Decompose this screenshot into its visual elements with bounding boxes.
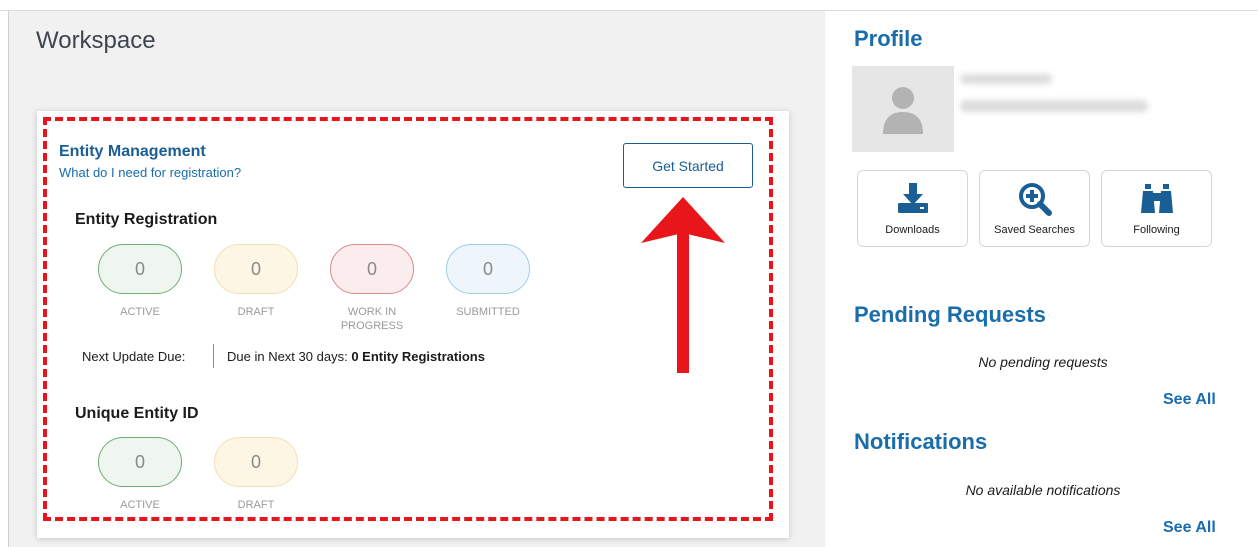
pending-requests-title: Pending Requests bbox=[854, 302, 1046, 327]
entity-registration-wip-count[interactable]: 0 bbox=[330, 244, 414, 294]
saved-searches-button[interactable]: Saved Searches bbox=[979, 170, 1090, 247]
avatar bbox=[852, 66, 954, 152]
unique-entity-id-title: Unique Entity ID bbox=[75, 405, 199, 422]
entity-management-card: Entity Management What do I need for reg… bbox=[37, 111, 789, 538]
zoom-in-icon bbox=[1018, 183, 1052, 216]
draft-label: DRAFT bbox=[237, 306, 275, 318]
entity-registration-submitted-count[interactable]: 0 bbox=[446, 244, 530, 294]
due-next-30-days: Due in Next 30 days: 0 Entity Registrati… bbox=[227, 349, 485, 364]
active-label: ACTIVE bbox=[120, 306, 160, 318]
submitted-label: SUBMITTED bbox=[456, 306, 520, 318]
user-silhouette-icon bbox=[883, 87, 923, 134]
entity-registration-title: Entity Registration bbox=[75, 211, 218, 228]
saved-searches-label: Saved Searches bbox=[994, 224, 1075, 236]
redacted-name bbox=[960, 74, 1052, 84]
uei-active-count[interactable]: 0 bbox=[98, 437, 182, 487]
following-label: Following bbox=[1133, 224, 1180, 236]
notifications-empty: No available notifications bbox=[965, 482, 1121, 498]
uei-draft-label: DRAFT bbox=[237, 499, 275, 511]
downloads-button[interactable]: Downloads bbox=[857, 170, 968, 247]
download-icon bbox=[897, 183, 928, 213]
workspace-title: Workspace bbox=[36, 27, 156, 54]
due-prefix: Due in Next 30 days: bbox=[227, 349, 348, 364]
binoculars-icon bbox=[1140, 184, 1173, 213]
pending-requests-empty: No pending requests bbox=[978, 354, 1108, 370]
profile-title: Profile bbox=[854, 26, 923, 51]
uei-active-label: ACTIVE bbox=[120, 499, 160, 511]
get-started-button[interactable]: Get Started bbox=[623, 143, 753, 188]
notifications-see-all-link[interactable]: See All bbox=[1163, 519, 1216, 537]
annotation-arrow-icon bbox=[641, 197, 725, 373]
wip-label: WORK IN PROGRESS bbox=[340, 306, 404, 332]
pending-requests-see-all-link[interactable]: See All bbox=[1163, 391, 1216, 409]
entity-management-title: Entity Management bbox=[59, 143, 206, 160]
due-value: 0 Entity Registrations bbox=[351, 349, 485, 364]
redacted-email bbox=[960, 100, 1148, 112]
registration-help-link[interactable]: What do I need for registration? bbox=[59, 165, 241, 180]
notifications-title: Notifications bbox=[854, 429, 988, 454]
entity-registration-active-count[interactable]: 0 bbox=[98, 244, 182, 294]
next-update-due-label: Next Update Due: bbox=[82, 349, 186, 364]
workspace-panel: Workspace Entity Management What do I ne… bbox=[9, 11, 825, 547]
uei-draft-count[interactable]: 0 bbox=[214, 437, 298, 487]
entity-registration-draft-count[interactable]: 0 bbox=[214, 244, 298, 294]
following-button[interactable]: Following bbox=[1101, 170, 1212, 247]
update-divider bbox=[213, 344, 214, 368]
downloads-label: Downloads bbox=[885, 224, 940, 236]
